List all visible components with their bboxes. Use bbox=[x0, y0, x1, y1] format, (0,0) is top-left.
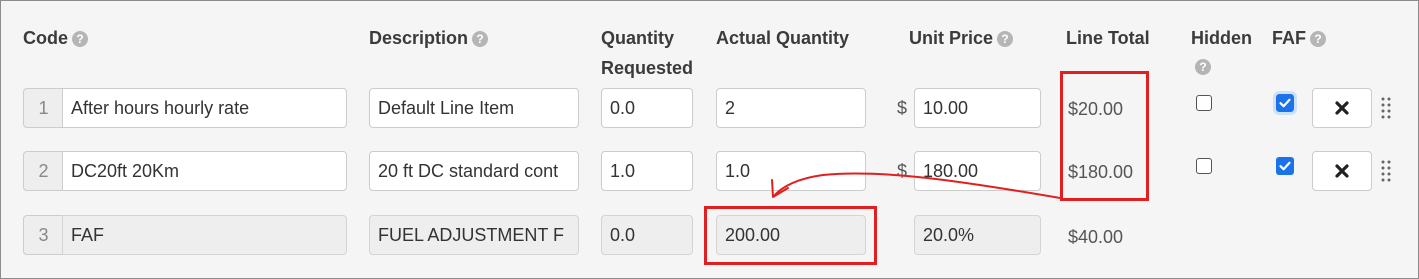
drag-handle-icon[interactable] bbox=[1381, 97, 1391, 119]
description-input[interactable]: Default Line Item bbox=[369, 88, 579, 128]
actual-quantity-input[interactable]: 1.0 bbox=[716, 151, 866, 191]
header-description: Description? bbox=[369, 23, 489, 53]
currency-symbol: $ bbox=[897, 161, 908, 181]
description-input[interactable]: 20 ft DC standard cont bbox=[369, 151, 579, 191]
row-number: 3 bbox=[23, 215, 63, 255]
help-icon[interactable]: ? bbox=[1310, 31, 1326, 48]
currency-symbol: $ bbox=[897, 98, 908, 118]
header-quantity-requested-line2: Requested bbox=[601, 58, 694, 78]
header-unit-price: Unit Price? bbox=[909, 23, 1014, 53]
header-line-total: Line Total bbox=[1066, 28, 1150, 48]
description-input: FUEL ADJUSTMENT F bbox=[369, 215, 579, 255]
delete-row-button[interactable] bbox=[1312, 88, 1372, 128]
row-number: 1 bbox=[23, 88, 63, 128]
drag-handle-icon[interactable] bbox=[1381, 160, 1391, 182]
code-input: FAF bbox=[62, 215, 347, 255]
quantity-requested-input[interactable]: 0.0 bbox=[601, 88, 693, 128]
unit-price-input[interactable]: 10.00 bbox=[914, 88, 1041, 128]
code-input[interactable]: DC20ft 20Km bbox=[62, 151, 347, 191]
delete-row-button[interactable] bbox=[1312, 151, 1372, 191]
header-unit-price-label: Unit Price bbox=[909, 28, 994, 48]
faf-checkbox[interactable] bbox=[1273, 91, 1297, 115]
hidden-checkbox[interactable] bbox=[1196, 95, 1212, 111]
annotation-highlight-box bbox=[1060, 71, 1149, 201]
header-faf: FAF? bbox=[1272, 23, 1326, 53]
header-code: Code? bbox=[23, 23, 88, 53]
quantity-requested-input: 0.0 bbox=[601, 215, 693, 255]
header-faf-label: FAF bbox=[1272, 28, 1306, 48]
code-input[interactable]: After hours hourly rate bbox=[62, 88, 347, 128]
faf-checkbox[interactable] bbox=[1276, 157, 1294, 175]
help-icon[interactable]: ? bbox=[472, 31, 489, 48]
header-code-label: Code bbox=[23, 28, 68, 48]
header-quantity-requested: Quantity Requested bbox=[601, 23, 693, 83]
help-icon[interactable]: ? bbox=[997, 31, 1014, 48]
header-actual-quantity: Actual Quantity bbox=[716, 28, 850, 48]
annotation-highlight-box bbox=[704, 206, 877, 265]
quantity-requested-input[interactable]: 1.0 bbox=[601, 151, 693, 191]
help-icon[interactable]: ? bbox=[1195, 59, 1211, 75]
close-x-icon bbox=[1335, 164, 1349, 178]
line-items-table: Code? Description? Quantity Requested Ac… bbox=[0, 0, 1419, 279]
line-total: $40.00 bbox=[1068, 227, 1124, 247]
unit-price-input[interactable]: 180.00 bbox=[914, 151, 1041, 191]
actual-quantity-input[interactable]: 2 bbox=[716, 88, 866, 128]
help-icon[interactable]: ? bbox=[72, 31, 88, 48]
header-hidden: Hidden bbox=[1191, 28, 1252, 48]
header-quantity-requested-line1: Quantity bbox=[601, 28, 675, 48]
checkmark-icon bbox=[1279, 98, 1291, 108]
hidden-checkbox[interactable] bbox=[1196, 158, 1212, 174]
close-x-icon bbox=[1335, 101, 1349, 115]
checkmark-icon bbox=[1279, 161, 1291, 171]
row-number: 2 bbox=[23, 151, 63, 191]
unit-price-input: 20.0% bbox=[914, 215, 1041, 255]
header-description-label: Description bbox=[369, 28, 469, 48]
